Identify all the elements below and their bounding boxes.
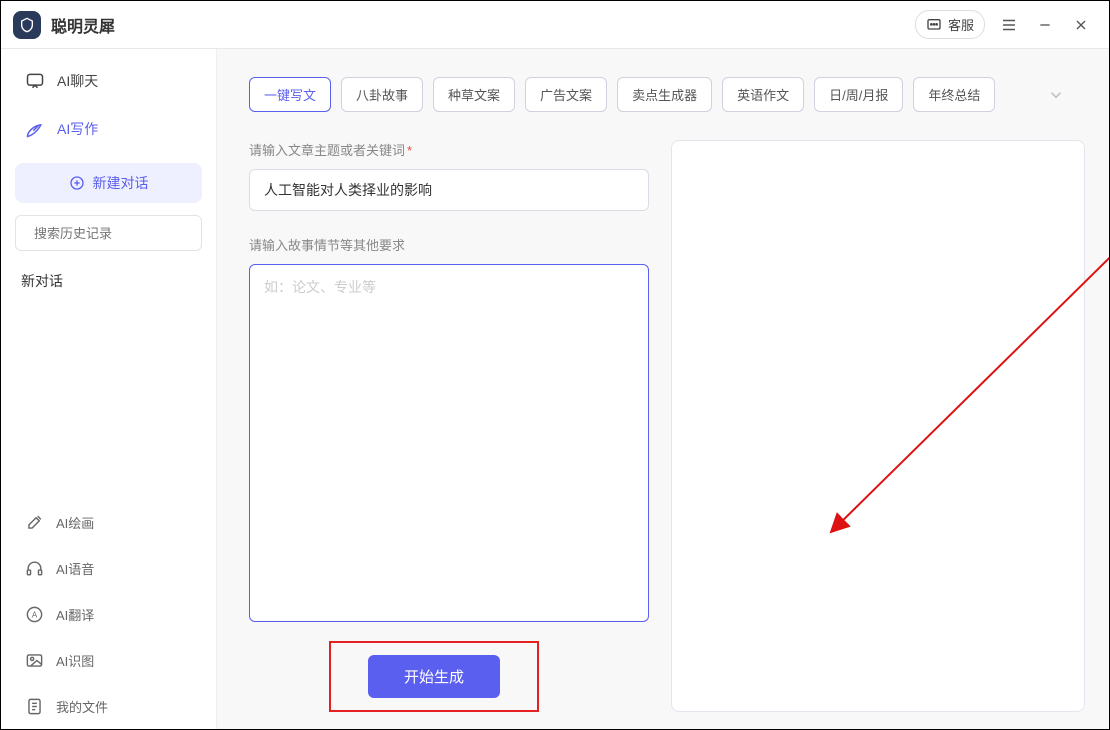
sidebar-item-label: AI聊天 <box>57 71 98 91</box>
app-title: 聪明灵犀 <box>51 13 915 37</box>
support-label: 客服 <box>948 15 974 34</box>
close-icon[interactable] <box>1065 9 1097 41</box>
details-textarea[interactable] <box>249 264 649 622</box>
topic-label: 请输入文章主题或者关键词* <box>249 140 649 159</box>
new-chat-label: 新建对话 <box>93 173 149 193</box>
brush-icon <box>25 513 44 532</box>
translate-icon: A <box>25 605 44 624</box>
sidebar-tool-label: 我的文件 <box>56 697 108 716</box>
search-input[interactable] <box>34 226 210 241</box>
sidebar-tool-translate[interactable]: A AI翻译 <box>1 591 216 637</box>
sidebar-tool-label: AI绘画 <box>56 513 94 532</box>
chip-oneclick[interactable]: 一键写文 <box>249 77 331 112</box>
output-panel <box>671 140 1085 712</box>
chat-bubble-icon <box>926 17 942 33</box>
main-area: 一键写文 八卦故事 种草文案 广告文案 卖点生成器 英语作文 日/周/月报 年终… <box>217 49 1109 729</box>
topic-input[interactable] <box>249 169 649 211</box>
support-button[interactable]: 客服 <box>915 10 985 39</box>
sidebar-tool-label: AI识图 <box>56 651 94 670</box>
sidebar-tool-label: AI语音 <box>56 559 94 578</box>
headphones-icon <box>25 559 44 578</box>
sidebar-tool-image[interactable]: AI识图 <box>1 637 216 683</box>
chip-seeding[interactable]: 种草文案 <box>433 77 515 112</box>
minimize-icon[interactable] <box>1029 9 1061 41</box>
sidebar-tool-draw[interactable]: AI绘画 <box>1 499 216 545</box>
menu-icon[interactable] <box>993 9 1025 41</box>
generate-button[interactable]: 开始生成 <box>368 655 500 698</box>
chat-icon <box>25 71 45 91</box>
chip-yearend[interactable]: 年终总结 <box>913 77 995 112</box>
input-column: 请输入文章主题或者关键词* 请输入故事情节等其他要求 开始生成 <box>249 140 649 712</box>
quill-icon <box>25 119 45 139</box>
sidebar-item-write[interactable]: AI写作 <box>1 105 216 153</box>
new-chat-button[interactable]: 新建对话 <box>15 163 202 203</box>
details-label: 请输入故事情节等其他要求 <box>249 235 649 254</box>
chip-sellingpoint[interactable]: 卖点生成器 <box>617 77 712 112</box>
generate-highlight-box: 开始生成 <box>329 641 539 712</box>
image-icon <box>25 651 44 670</box>
search-wrap[interactable] <box>15 215 202 251</box>
chip-report[interactable]: 日/周/月报 <box>814 77 903 112</box>
template-chips-row: 一键写文 八卦故事 种草文案 广告文案 卖点生成器 英语作文 日/周/月报 年终… <box>249 77 1085 112</box>
sidebar-tool-files[interactable]: 我的文件 <box>1 683 216 729</box>
chip-ad[interactable]: 广告文案 <box>525 77 607 112</box>
sidebar-item-chat[interactable]: AI聊天 <box>1 57 216 105</box>
file-icon <box>25 697 44 716</box>
sidebar: AI聊天 AI写作 新建对话 新对话 AI绘画 AI语音 A AI翻译 <box>1 49 217 729</box>
sidebar-tool-voice[interactable]: AI语音 <box>1 545 216 591</box>
chip-gossip[interactable]: 八卦故事 <box>341 77 423 112</box>
app-logo-icon <box>13 11 41 39</box>
chip-english[interactable]: 英语作文 <box>722 77 804 112</box>
sidebar-item-label: AI写作 <box>57 119 98 139</box>
history-item[interactable]: 新对话 <box>1 259 216 303</box>
plus-circle-icon <box>69 175 85 191</box>
chips-expand-button[interactable] <box>1047 86 1065 104</box>
chevron-down-icon <box>1047 86 1065 104</box>
titlebar: 聪明灵犀 客服 <box>1 1 1109 49</box>
svg-text:A: A <box>32 610 38 619</box>
sidebar-tool-label: AI翻译 <box>56 605 94 624</box>
